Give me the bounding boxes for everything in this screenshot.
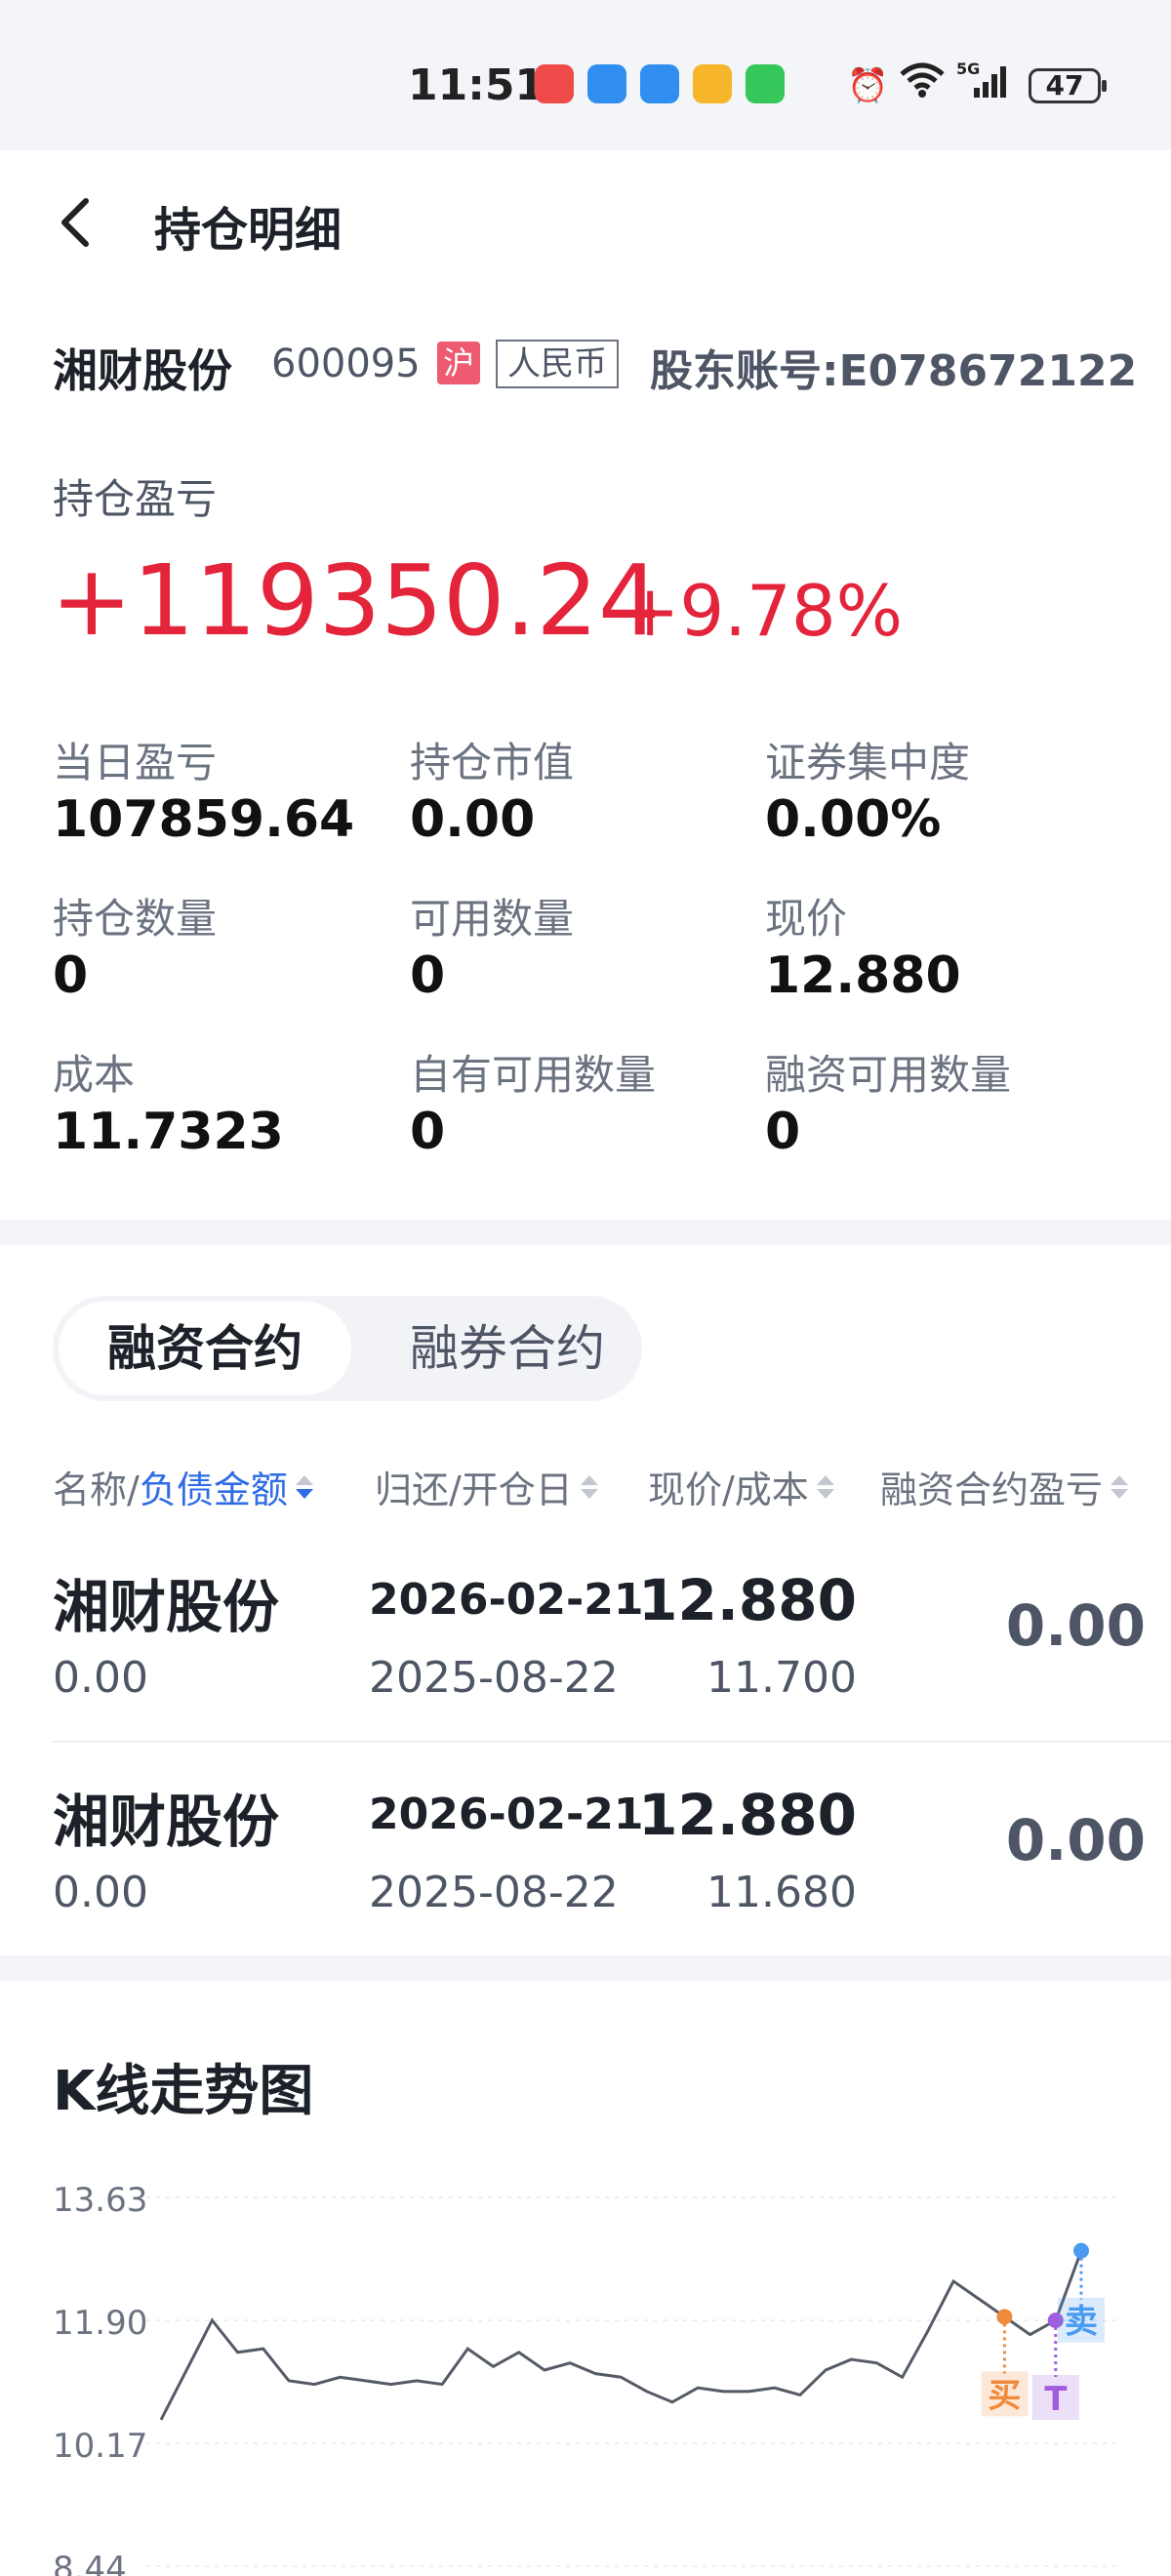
- metric-value-current-price: 12.880: [765, 946, 961, 1005]
- svg-text:5G: 5G: [956, 60, 980, 78]
- row-2-open-date: 2025-08-22: [369, 1868, 619, 1917]
- row-1-pnl: 0.00: [1005, 1592, 1146, 1659]
- y-tick-label: 13.63: [53, 2181, 147, 2220]
- tab-short-contract[interactable]: 融券合约: [390, 1302, 625, 1395]
- metric-label-own-available: 自有可用数量: [410, 1051, 657, 1099]
- column-header-debt-label: 负债金额: [139, 1469, 288, 1511]
- y-tick-label: 8.44: [53, 2550, 127, 2576]
- shareholder-account: 股东账号:E078672122: [650, 346, 1138, 396]
- metric-value-market-value: 0.00: [410, 790, 536, 849]
- sort-icon: [295, 1474, 313, 1499]
- stock-name: 湘财股份: [53, 344, 232, 397]
- row-2-return-date: 2026-02-21: [369, 1790, 644, 1839]
- marker-dot[interactable]: [1073, 2242, 1089, 2259]
- row-1-cost: 11.700: [707, 1653, 857, 1703]
- metric-label-quantity: 持仓数量: [53, 895, 218, 943]
- battery-icon: 47: [1029, 68, 1107, 103]
- row-divider: [53, 1741, 1171, 1743]
- row-2-price: 12.880: [638, 1782, 857, 1848]
- browser-app-icon: [587, 64, 626, 103]
- stock-code: 600095: [271, 342, 421, 386]
- metric-value-cost: 11.7323: [53, 1103, 284, 1161]
- notification-icons: [535, 64, 785, 103]
- wechat-app-icon: [746, 64, 785, 103]
- position-pnl-value: +119350.24: [51, 543, 661, 658]
- metric-value-available: 0: [410, 946, 446, 1005]
- price-line: [159, 2250, 1083, 2421]
- metric-value-margin-available: 0: [765, 1103, 801, 1161]
- column-header-name-debt[interactable]: 名称/负债金额: [53, 1460, 313, 1513]
- position-pnl-label: 持仓盈亏: [53, 475, 218, 523]
- status-bar: 11:51 ⏰ 5G 47: [0, 0, 1171, 150]
- metric-value-daily-pnl: 107859.64: [53, 790, 355, 849]
- weibo-app-icon: [693, 64, 732, 103]
- metric-value-concentration: 0.00%: [765, 790, 942, 849]
- huawei-app-icon: [535, 64, 574, 103]
- y-tick-label: 10.17: [53, 2427, 147, 2466]
- metric-label-cost: 成本: [53, 1051, 136, 1099]
- back-arrow-icon[interactable]: [53, 193, 96, 252]
- metric-label-margin-available: 融资可用数量: [765, 1051, 1012, 1099]
- metric-label-market-value: 持仓市值: [410, 739, 575, 786]
- sort-icon: [816, 1474, 834, 1499]
- row-1-debt: 0.00: [53, 1653, 148, 1703]
- row-2-name[interactable]: 湘财股份: [53, 1776, 279, 1858]
- metric-value-quantity: 0: [53, 946, 89, 1005]
- row-2-pnl: 0.00: [1005, 1807, 1146, 1873]
- alarm-icon: ⏰: [847, 65, 889, 105]
- column-header-date[interactable]: 归还/开仓日: [375, 1460, 598, 1513]
- wifi-icon: [900, 62, 945, 108]
- metric-label-current-price: 现价: [765, 895, 848, 943]
- position-pnl-percent: +9.78%: [621, 570, 904, 652]
- column-header-price-label: 现价/成本: [648, 1469, 809, 1511]
- metric-label-available: 可用数量: [410, 895, 575, 943]
- row-1-open-date: 2025-08-22: [369, 1653, 619, 1703]
- signal-5g-icon: 5G: [956, 60, 1011, 110]
- page-title: 持仓明细: [154, 203, 343, 258]
- row-2-debt: 0.00: [53, 1868, 148, 1917]
- chart-title: K线走势图: [53, 2060, 314, 2123]
- column-header-pnl[interactable]: 融资合约盈亏: [880, 1460, 1144, 1513]
- browser-app-icon-2: [640, 64, 679, 103]
- y-tick-label: 11.90: [53, 2304, 147, 2343]
- column-header-date-label: 归还/开仓日: [375, 1469, 573, 1511]
- sort-icon: [1110, 1474, 1129, 1499]
- market-badge: 沪: [437, 342, 480, 384]
- metric-value-own-available: 0: [410, 1103, 446, 1161]
- row-2-cost: 11.680: [707, 1868, 857, 1917]
- column-header-pnl-label: 融资合约盈亏: [880, 1469, 1104, 1511]
- row-1-return-date: 2026-02-21: [369, 1575, 644, 1625]
- metric-label-concentration: 证券集中度: [765, 739, 971, 786]
- column-header-price[interactable]: 现价/成本: [648, 1460, 834, 1513]
- row-1-name[interactable]: 湘财股份: [53, 1561, 279, 1643]
- tab-margin-contract[interactable]: 融资合约: [59, 1302, 351, 1395]
- metric-label-daily-pnl: 当日盈亏: [53, 739, 218, 786]
- row-1-price: 12.880: [638, 1567, 857, 1633]
- marker-label[interactable]: 买: [988, 2376, 1021, 2415]
- status-time: 11:51: [408, 60, 545, 110]
- contract-tabs: 融资合约 融券合约: [53, 1296, 642, 1401]
- marker-label[interactable]: 卖: [1065, 2303, 1098, 2342]
- marker-label[interactable]: T: [1044, 2380, 1068, 2419]
- marker-dot[interactable]: [996, 2309, 1013, 2325]
- system-icons: ⏰ 5G: [847, 60, 1011, 110]
- column-header-name-label: 名称/: [53, 1469, 140, 1511]
- sort-icon: [580, 1474, 598, 1499]
- currency-badge: 人民币: [496, 340, 619, 388]
- kline-chart[interactable]: 13.63 11.90 10.17 8.44 买 T卖: [0, 2147, 1171, 2576]
